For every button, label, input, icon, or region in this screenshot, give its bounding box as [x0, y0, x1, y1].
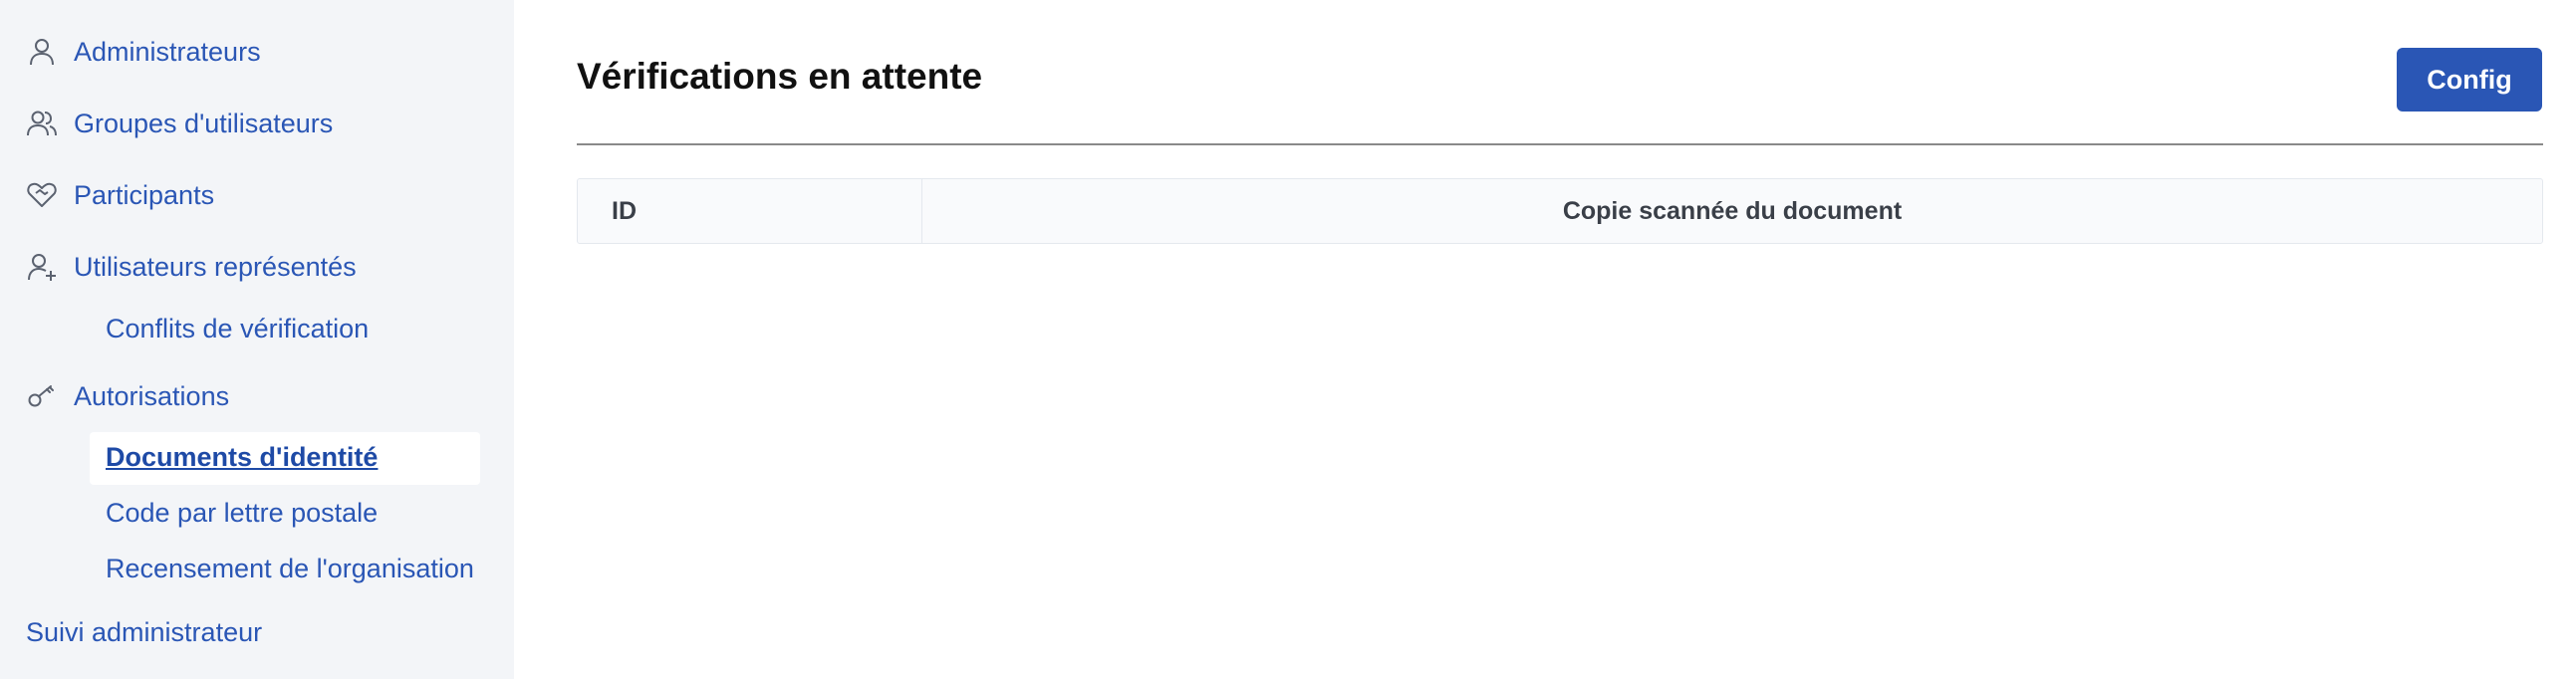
sidebar-item-autorisations[interactable]: Autorisations: [0, 376, 478, 416]
sidebar-item-label: Participants: [74, 179, 215, 210]
key-icon: [28, 385, 54, 407]
user-add-icon: [28, 254, 56, 281]
sidebar-item-utilisateurs-representes[interactable]: Utilisateurs représentés: [0, 247, 478, 287]
sidebar-item-label: Administrateurs: [74, 36, 261, 67]
column-header-id[interactable]: ID: [578, 179, 922, 243]
verifications-table: ID Copie scannée du document: [577, 178, 2543, 244]
handshake-heart-icon: [27, 182, 57, 207]
sidebar-item-administrateurs[interactable]: Administrateurs: [0, 32, 478, 72]
sidebar-item-participants[interactable]: Participants: [0, 175, 478, 215]
sidebar: Administrateurs Groupes d'utilisateurs P…: [0, 0, 514, 679]
sidebar-subitem-conflits[interactable]: Conflits de vérification: [106, 314, 369, 344]
sidebar-item-groupes[interactable]: Groupes d'utilisateurs: [0, 104, 478, 143]
page-title: Vérifications en attente: [577, 56, 983, 97]
config-button[interactable]: Config: [2397, 48, 2542, 112]
sidebar-item-suivi-administrateur[interactable]: Suivi administrateur: [26, 617, 262, 648]
users-icon: [27, 111, 57, 136]
sidebar-item-label: Groupes d'utilisateurs: [74, 108, 334, 138]
sidebar-item-label: Autorisations: [74, 380, 230, 411]
column-header-document[interactable]: Copie scannée du document: [922, 179, 2542, 243]
user-icon: [30, 39, 54, 66]
sidebar-subitem-code-lettre[interactable]: Code par lettre postale: [106, 498, 378, 529]
divider: [577, 143, 2543, 145]
sidebar-subitem-documents-identite[interactable]: Documents d'identité: [106, 442, 378, 473]
sidebar-subitem-recensement[interactable]: Recensement de l'organisation: [106, 554, 474, 584]
sidebar-item-label: Utilisateurs représentés: [74, 251, 357, 282]
